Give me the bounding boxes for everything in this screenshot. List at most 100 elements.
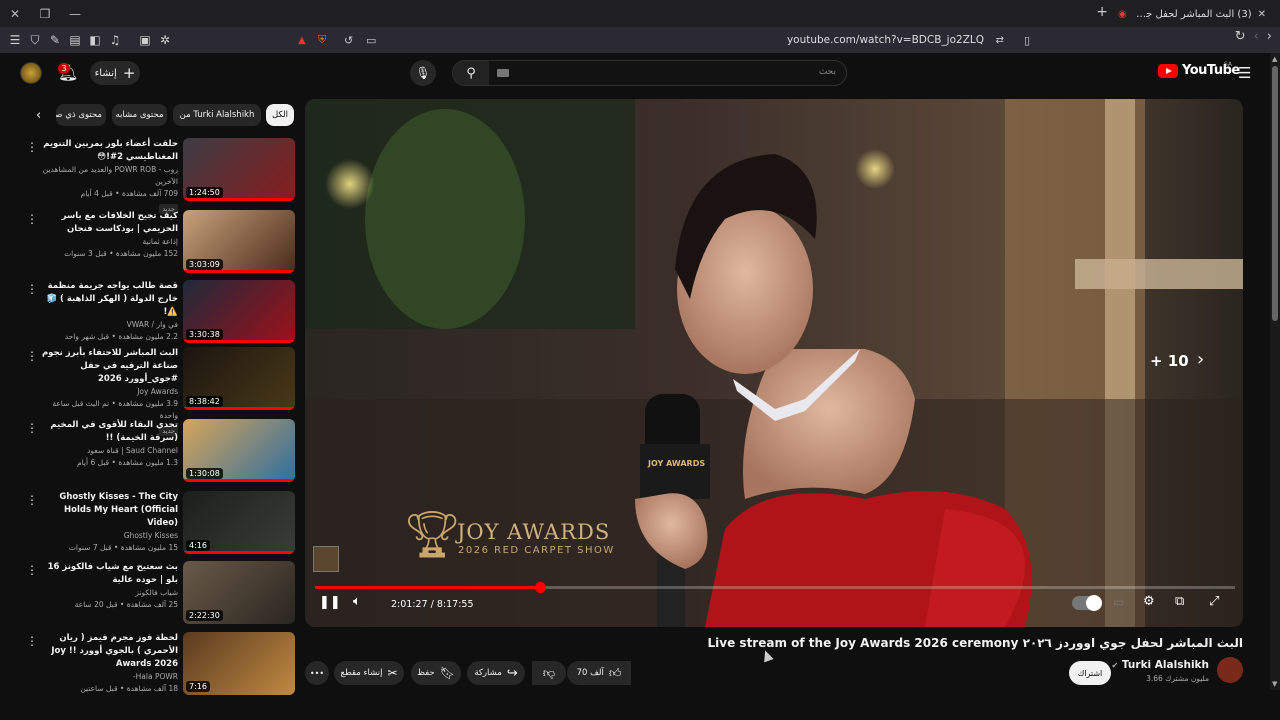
search-box[interactable]: ⚲ بحث	[452, 60, 847, 86]
undo-icon[interactable]: ↺	[344, 34, 353, 47]
channel-name[interactable]: إذاعة ثمانية	[38, 236, 178, 248]
tabs-icon[interactable]: ▤	[65, 30, 85, 50]
create-button[interactable]: إنشاء +	[90, 61, 140, 85]
like-button[interactable]: 70 آلف 👍︎	[567, 661, 631, 685]
video-thumbnail[interactable]: 3:03:09	[183, 210, 295, 273]
recommendation-card[interactable]: 3:30:38 ⋮ قصة طالب يواجه جريمة منظمة خارج …	[20, 280, 295, 344]
maximize-window-icon[interactable]: ❐	[30, 0, 60, 27]
more-options-icon[interactable]: ⋮	[26, 421, 38, 435]
account-avatar[interactable]	[20, 62, 42, 84]
channel-name[interactable]: Ghostly Kisses	[38, 530, 178, 542]
channel-name[interactable]: Saud Channel | قناة سعود	[38, 445, 178, 457]
settings-gear-icon[interactable]: ⚙︎	[1143, 594, 1155, 609]
more-options-icon[interactable]: ⋮	[26, 212, 38, 226]
miniplayer-icon[interactable]: ⧉	[1175, 594, 1184, 609]
browser-tab[interactable]: ✕ (3) البث المباشر لحفل جوي اوورد ◉	[1112, 3, 1272, 25]
minimize-window-icon[interactable]: —	[60, 0, 90, 27]
sidebar-icon[interactable]: ◧	[85, 30, 105, 50]
video-player[interactable]: JOY AWARDS 🏆︎ JOY AWARDS 2026 RED CARPET…	[305, 99, 1243, 627]
site-settings-icon[interactable]: ⇄	[996, 35, 1004, 46]
autoplay-toggle[interactable]	[1072, 595, 1102, 611]
new-tab-button[interactable]: +	[1096, 4, 1108, 20]
recommendation-card[interactable]: 3:03:09 ⋮ كيف تجيح الخلافات مع ياسر الحزيم…	[20, 210, 295, 274]
tab-audio-icon[interactable]: ◉	[1118, 9, 1127, 20]
url-text[interactable]: youtube.com/watch?v=BDCB_jo2ZLQ	[787, 34, 984, 46]
video-thumbnail[interactable]: 3:30:38	[183, 280, 295, 343]
alert-icon[interactable]: ▲	[298, 35, 306, 46]
pause-icon[interactable]: ❚❚	[319, 595, 341, 610]
extension-icon[interactable]: ✎	[45, 30, 65, 50]
channel-name[interactable]: ✔ Turki Alalshikh	[1112, 659, 1209, 671]
close-window-icon[interactable]: ✕	[0, 0, 30, 27]
video-title[interactable]: لحظة فوز مجرم فيمز ( ريان الأحمري ) بالج…	[38, 632, 178, 671]
search-input[interactable]: بحث	[819, 67, 836, 77]
dislike-button[interactable]: 👎︎	[532, 661, 566, 685]
fullscreen-icon[interactable]: ⤢	[1209, 594, 1219, 609]
recommendation-card[interactable]: 1:30:08 ⋮ تحدي البقاء للأقوى في المخيم (سر…	[20, 419, 295, 483]
chip-all[interactable]: الكل	[266, 104, 294, 126]
video-thumbnail[interactable]: 7:16	[183, 632, 295, 695]
video-title[interactable]: Ghostly Kisses - The City Holds My Heart…	[38, 491, 178, 530]
shield-icon[interactable]: ⛉	[25, 30, 45, 50]
back-icon[interactable]: ‹	[1254, 29, 1259, 44]
reader-icon[interactable]: ▭	[366, 34, 376, 47]
video-title[interactable]: كيف تجيح الخلافات مع ياسر الحزيمي | بودك…	[38, 210, 178, 236]
more-actions-button[interactable]: •••	[305, 661, 329, 685]
bookmark-icon[interactable]: ▯	[1024, 34, 1030, 47]
youtube-logo[interactable]: YouTube SA	[1158, 61, 1240, 78]
chip-similar[interactable]: محتوى مشابه	[112, 104, 167, 126]
voice-search-mic-icon[interactable]: 🎙︎	[410, 60, 436, 86]
progress-bar[interactable]	[315, 582, 1235, 593]
menu-icon[interactable]: ☰	[5, 30, 25, 50]
save-button[interactable]: حفظ 🔖︎	[411, 661, 461, 685]
volume-icon[interactable]: 🔈︎	[353, 594, 361, 609]
recommendation-card[interactable]: 7:16 ⋮ لحظة فوز مجرم فيمز ( ريان الأحمري )…	[20, 632, 295, 696]
video-title[interactable]: قصة طالب يواجه جريمة منظمة خارج الدولة (…	[38, 280, 178, 319]
video-title[interactable]: بث سعتيح مع شياب فالكونز 16 بلو | حوده ع…	[38, 561, 178, 587]
tab-close-icon[interactable]: ✕	[1258, 9, 1266, 20]
search-icon[interactable]: ⚲	[453, 61, 489, 85]
guide-menu-icon[interactable]: ☰	[1238, 64, 1251, 82]
puzzle-icon[interactable]: ✲	[155, 30, 175, 50]
next-chevron-icon[interactable]: ›	[1197, 349, 1204, 370]
chip-from-channel[interactable]: من Turki Alalshikh	[173, 104, 261, 126]
more-options-icon[interactable]: ⋮	[26, 140, 38, 154]
video-title[interactable]: حلقت أعضاء بلور بمربين التنويم المغناطيس…	[38, 138, 178, 164]
more-options-icon[interactable]: ⋮	[26, 349, 38, 363]
video-title[interactable]: تحدي البقاء للأقوى في المخيم (سرقة الخيم…	[38, 419, 178, 445]
music-icon[interactable]: ♫	[105, 30, 125, 50]
captions-icon[interactable]: ▭	[1113, 595, 1124, 609]
video-thumbnail[interactable]: 1:24:50	[183, 138, 295, 201]
channel-name[interactable]: روب - POWR ROB والعديد من المشاهدين الآخ…	[38, 164, 178, 188]
brave-shield-icon[interactable]: ⛨	[318, 33, 326, 47]
video-thumbnail[interactable]: 1:30:08	[183, 419, 295, 482]
subscribe-button[interactable]: اشتراك	[1069, 661, 1111, 685]
keyboard-icon[interactable]	[497, 69, 509, 77]
scroll-down-icon[interactable]: ▼	[1272, 680, 1277, 688]
address-bar[interactable]: ▲ ⛨ ↺ ▭ youtube.com/watch?v=BDCB_jo2ZLQ …	[290, 29, 1040, 51]
clip-button[interactable]: إنشاء مقطع ✂	[334, 661, 404, 685]
chip-related[interactable]: محتوى ذي صلة	[56, 104, 106, 126]
recommendation-card[interactable]: 2:22:30 ⋮ بث سعتيح مع شياب فالكونز 16 بلو …	[20, 561, 295, 625]
reload-icon[interactable]: ↻	[1235, 29, 1246, 44]
video-thumbnail[interactable]: 8:38:42	[183, 347, 295, 410]
channel-watermark[interactable]	[313, 546, 339, 572]
recommendation-card[interactable]: 8:38:42 ⋮ البث المباشر للاحتفاء بأبرز نجوم…	[20, 347, 295, 436]
channel-name[interactable]: شياب فالكونز	[38, 587, 178, 599]
more-options-icon[interactable]: ⋮	[26, 563, 38, 577]
screenshot-icon[interactable]: ▣	[135, 30, 155, 50]
channel-avatar[interactable]	[1217, 657, 1243, 683]
scrollbar-thumb[interactable]	[1272, 66, 1278, 321]
video-title[interactable]: البث المباشر للاحتفاء بأبرز نجوم صناعة ا…	[38, 347, 178, 386]
channel-name[interactable]: Joy Awards	[38, 386, 178, 398]
more-options-icon[interactable]: ⋮	[26, 493, 38, 507]
more-options-icon[interactable]: ⋮	[26, 282, 38, 296]
recommendation-card[interactable]: 4:16 ⋮ Ghostly Kisses - The City Holds My …	[20, 491, 295, 555]
recommendation-card[interactable]: 1:24:50 ⋮ حلقت أعضاء بلور بمربين التنويم ا…	[20, 138, 295, 214]
more-options-icon[interactable]: ⋮	[26, 634, 38, 648]
video-thumbnail[interactable]: 2:22:30	[183, 561, 295, 624]
seek-forward-label[interactable]: + 10	[1150, 352, 1189, 370]
share-button[interactable]: مشاركة ↪	[467, 661, 525, 685]
channel-name[interactable]: Hala POWR-	[38, 671, 178, 683]
channel-name[interactable]: في وار / VWAR	[38, 319, 178, 331]
